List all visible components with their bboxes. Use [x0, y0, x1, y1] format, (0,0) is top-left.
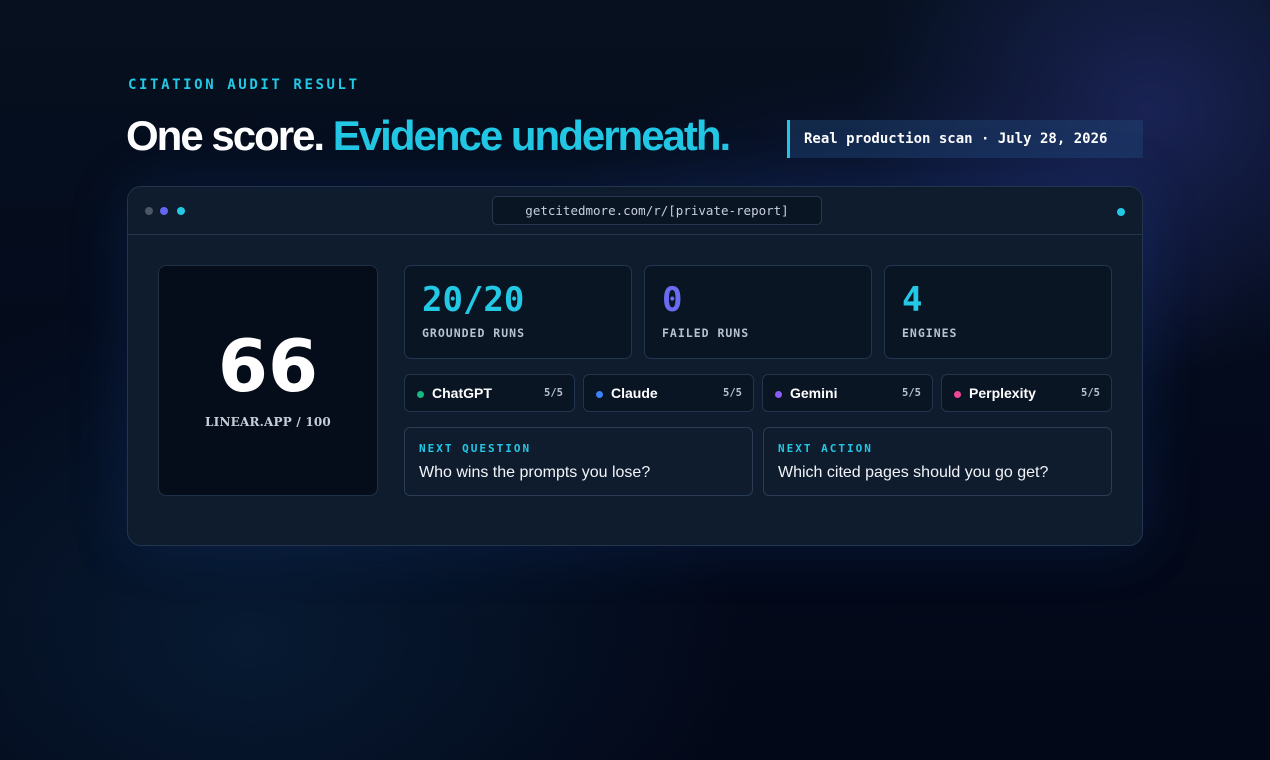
engine-score: 5/5: [544, 387, 563, 399]
status-dot-icon: [954, 391, 961, 398]
next-action-card[interactable]: NEXT ACTION Which cited pages should you…: [763, 427, 1112, 496]
score-card: 66 LINEAR.APP / 100: [158, 265, 378, 496]
engine-chip-claude[interactable]: Claude 5/5: [583, 374, 754, 412]
stat-label: GROUNDED RUNS: [422, 326, 526, 340]
engine-score: 5/5: [1081, 387, 1100, 399]
status-dot-icon: [775, 391, 782, 398]
engine-score: 5/5: [902, 387, 921, 399]
window-dot-gray: [145, 207, 153, 215]
score-value: 66: [217, 324, 319, 408]
window-dot-indigo: [160, 207, 168, 215]
engine-chip-gemini[interactable]: Gemini 5/5: [762, 374, 933, 412]
engine-name: Gemini: [790, 385, 838, 401]
url-bar[interactable]: getcitedmore.com/r/[private-report]: [492, 196, 822, 225]
score-label: LINEAR.APP / 100: [205, 415, 331, 429]
engine-score: 5/5: [723, 387, 742, 399]
next-kicker: NEXT QUESTION: [419, 442, 532, 455]
engine-name: Perplexity: [969, 385, 1036, 401]
status-dot-icon: [417, 391, 424, 398]
stat-value: 20/20: [422, 280, 525, 320]
live-indicator-dot: [1117, 208, 1125, 216]
headline-part-white: One score.: [126, 112, 325, 159]
status-dot-icon: [596, 391, 603, 398]
stat-card-grounded-runs: 20/20 GROUNDED RUNS: [404, 265, 632, 359]
next-question-card[interactable]: NEXT QUESTION Who wins the prompts you l…: [404, 427, 753, 496]
window-titlebar: getcitedmore.com/r/[private-report]: [128, 187, 1142, 235]
scan-badge: Real production scan · July 28, 2026: [787, 120, 1143, 158]
stat-card-engines: 4 ENGINES: [884, 265, 1112, 359]
page-headline: One score. Evidence underneath.: [126, 110, 731, 162]
next-kicker: NEXT ACTION: [778, 442, 873, 455]
engine-chip-chatgpt[interactable]: ChatGPT 5/5: [404, 374, 575, 412]
engine-name: Claude: [611, 385, 658, 401]
eyebrow-label: CITATION AUDIT RESULT: [128, 77, 360, 93]
stat-label: ENGINES: [902, 326, 958, 340]
stat-card-failed-runs: 0 FAILED RUNS: [644, 265, 872, 359]
report-window: getcitedmore.com/r/[private-report] 66 L…: [127, 186, 1143, 546]
next-text: Which cited pages should you go get?: [778, 464, 1049, 481]
window-dot-cyan: [177, 207, 185, 215]
headline-part-accent: Evidence underneath.: [332, 112, 731, 159]
stat-label: FAILED RUNS: [662, 326, 750, 340]
stat-value: 4: [902, 280, 923, 320]
stat-value: 0: [662, 280, 683, 320]
next-text: Who wins the prompts you lose?: [419, 464, 651, 481]
engine-name: ChatGPT: [432, 385, 492, 401]
engine-chip-perplexity[interactable]: Perplexity 5/5: [941, 374, 1112, 412]
